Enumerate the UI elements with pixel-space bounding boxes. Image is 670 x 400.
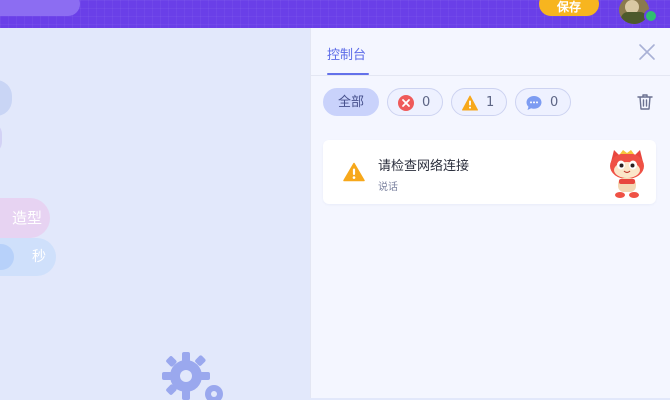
- console-header: 控制台: [311, 28, 670, 76]
- code-canvas[interactable]: 造型 秒: [0, 28, 310, 400]
- warning-count: 1: [486, 95, 495, 110]
- save-button[interactable]: 保存: [539, 0, 599, 16]
- filter-all-button[interactable]: 全部: [323, 88, 379, 116]
- filter-message-button[interactable]: 0: [515, 88, 571, 116]
- top-bar: 保存: [0, 0, 670, 28]
- tab-console[interactable]: 控制台: [327, 44, 366, 63]
- filter-error-button[interactable]: 0: [387, 88, 443, 116]
- message-count: 0: [550, 95, 559, 110]
- console-panel: 控制台 全部 0 1 0 请检查网络连接 说话: [310, 28, 670, 398]
- close-icon[interactable]: [637, 42, 657, 62]
- code-block-wait[interactable]: 秒: [0, 238, 56, 276]
- avatar-status-badge: [644, 9, 658, 23]
- warning-icon: [462, 95, 478, 111]
- filter-warning-button[interactable]: 1: [451, 88, 507, 116]
- trash-icon[interactable]: [635, 92, 655, 112]
- tab-active-indicator: [327, 73, 369, 75]
- code-block-input[interactable]: [0, 244, 14, 270]
- code-block[interactable]: [0, 80, 12, 116]
- code-block-shape[interactable]: 造型: [0, 198, 50, 238]
- cat-sprite-icon: [610, 150, 644, 198]
- warning-icon: [343, 162, 365, 182]
- project-title-pill[interactable]: [0, 0, 80, 16]
- error-count: 0: [422, 95, 431, 110]
- avatar-body: [621, 12, 647, 24]
- chat-icon: [526, 96, 542, 110]
- code-block-seconds-label: 秒: [32, 249, 46, 265]
- console-entry-subtitle: 说话: [378, 182, 398, 193]
- gear-icon: [162, 352, 223, 400]
- code-block[interactable]: [0, 123, 2, 153]
- console-entry-title: 请检查网络连接: [378, 159, 470, 174]
- error-icon: [398, 95, 414, 111]
